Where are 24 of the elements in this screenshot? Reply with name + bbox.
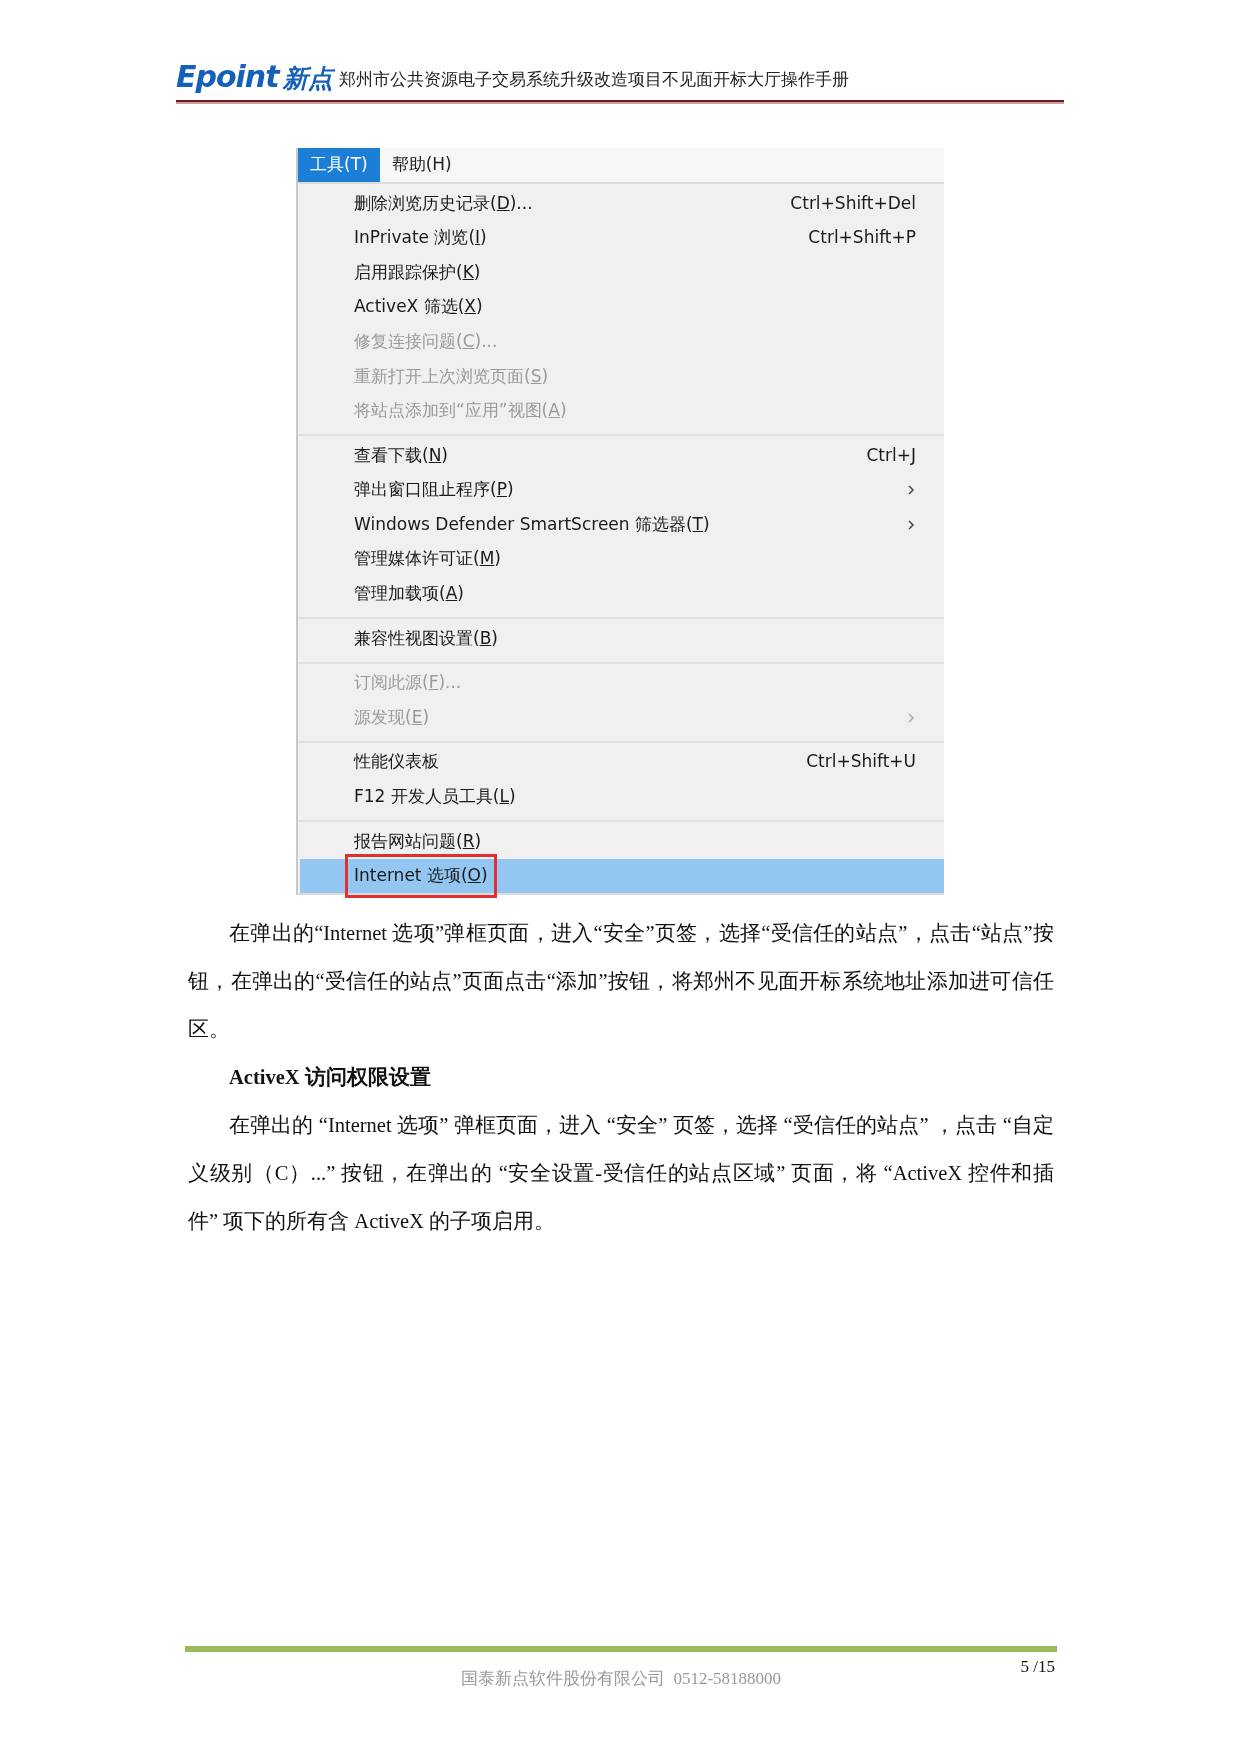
menu-item[interactable]: 启用跟踪保护(K)	[298, 255, 944, 290]
menu-tab[interactable]: 帮助(H)	[379, 148, 464, 182]
logo-text: Epoint	[176, 62, 279, 92]
page-number: 5 /15	[1020, 1656, 1055, 1678]
menu-item[interactable]: Windows Defender SmartScreen 筛选器(T)	[298, 507, 944, 542]
paragraph: 在弹出的“Internet 选项”弹框页面，进入“安全”页签，选择“受信任的站点”，点击“站点”按钮，在弹出的“受信任的站点”页面点击“添加”按钮，将郑州不见面开标系统地址添加进可信任区。	[188, 921, 1054, 1043]
chevron-icon	[906, 710, 916, 725]
menu-item[interactable]: InPrivate 浏览(I) Ctrl+Shift+P	[298, 220, 944, 256]
menu-item[interactable]: 管理加载项(A)	[298, 576, 944, 612]
menu-item[interactable]: 管理媒体许可证(M)	[298, 541, 944, 577]
menu-item[interactable]: 弹出窗口阻止程序(P)	[298, 472, 944, 508]
header-title: 郑州市公共资源电子交易系统升级改造项目不见面开标大厅操作手册	[338, 68, 849, 91]
menu-item[interactable]: 查看下载(N) Ctrl+J	[298, 438, 944, 473]
menu-item[interactable]: 性能仪表板 Ctrl+Shift+U	[298, 744, 944, 780]
menu-item[interactable]: 删除浏览历史记录(D)... Ctrl+Shift+Del	[298, 186, 944, 221]
paragraph: 在弹出的 “Internet 选项” 弹框页面，进入 “安全” 页签，选择 “受信任的站点” ，点击 “自定义级别（C）...” 按钮，在弹出的 “安全设置-受信任的站点区域” 页面，将 “ActiveX 控件和插件” 项下的所有含 ActiveX 的子项启用。	[188, 1113, 1054, 1235]
menu-item[interactable]: 兼容性视图设置(B)	[298, 621, 944, 656]
menu-item[interactable]: ActiveX 筛选(X)	[298, 289, 944, 325]
section-heading: ActiveX 访问权限设置	[228, 1065, 432, 1091]
menu-item[interactable]: 报告网站问题(R)	[298, 824, 944, 859]
footer-text: 国泰新点软件股份有限公司 0512-58188000	[460, 1669, 782, 1688]
menu-tab[interactable]: 工具(T)	[298, 148, 380, 182]
chevron-icon	[906, 517, 916, 532]
menu-item[interactable]: F12 开发人员工具(L)	[298, 779, 944, 815]
